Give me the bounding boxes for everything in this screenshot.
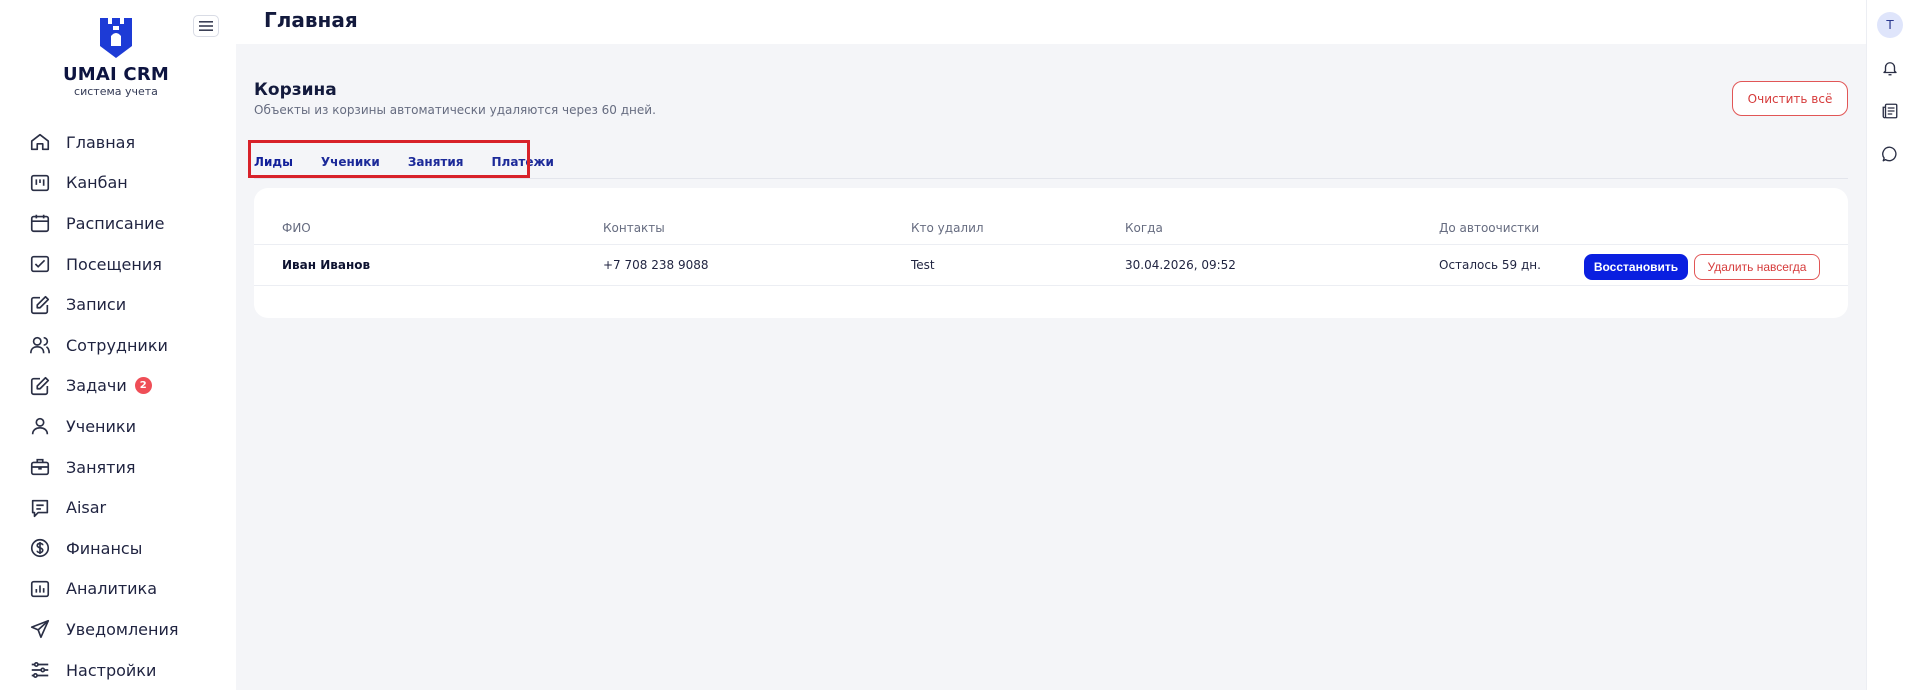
sidebar-item-aisar[interactable]: Aisar — [0, 487, 236, 528]
user-icon — [28, 414, 52, 438]
page-title: Главная — [264, 8, 358, 32]
main-content: Главная Корзина Объекты из корзины автом… — [236, 0, 1866, 690]
sliders-icon — [28, 658, 52, 682]
tab-leads[interactable]: Лиды — [254, 155, 293, 173]
sidebar-item-label: Настройки — [66, 660, 157, 680]
restore-button[interactable]: Восстановить — [1584, 254, 1688, 280]
sidebar-item-attendance[interactable]: Посещения — [0, 244, 236, 285]
brand-title: UMAI CRM — [62, 64, 169, 85]
sidebar-item-label: Главная — [66, 132, 136, 152]
sidebar-item-staff[interactable]: Сотрудники — [0, 325, 236, 366]
trash-tabs: Лиды Ученики Занятия Платежи — [254, 150, 582, 178]
sidebar-item-label: Уведомления — [66, 619, 179, 639]
sidebar-item-students[interactable]: Ученики — [0, 406, 236, 447]
row-deleted-by: Test — [911, 258, 935, 272]
tabs-divider — [254, 178, 1848, 179]
attendance-icon — [28, 252, 52, 276]
sidebar-item-label: Сотрудники — [66, 335, 168, 355]
column-header-deleted-by: Кто удалил — [911, 221, 984, 235]
row-contacts: +7 708 238 9088 — [603, 258, 709, 272]
tasks-count-badge: 2 — [134, 377, 152, 395]
column-header-auto-clean: До автоочистки — [1439, 221, 1540, 235]
brand-subtitle: система учета — [74, 85, 158, 98]
sidebar-item-schedule[interactable]: Расписание — [0, 203, 236, 244]
briefcase-icon — [28, 455, 52, 479]
tab-students[interactable]: Ученики — [321, 155, 380, 173]
row-when: 30.04.2026, 09:52 — [1125, 258, 1236, 272]
bar-chart-icon — [28, 577, 52, 601]
row-name: Иван Иванов — [282, 258, 371, 272]
tab-lessons[interactable]: Занятия — [408, 155, 464, 173]
users-icon — [28, 333, 52, 357]
sidebar-item-label: Задачи — [66, 376, 127, 396]
chat-lines-icon — [28, 496, 52, 520]
sidebar-item-label: Aisar — [66, 498, 107, 518]
row-remaining: Осталось 59 дн. — [1439, 258, 1541, 272]
delete-forever-button[interactable]: Удалить навсегда — [1694, 254, 1820, 280]
right-rail: T — [1866, 0, 1908, 690]
sidebar-item-label: Канбан — [66, 173, 128, 193]
sidebar-item-finance[interactable]: Финансы — [0, 528, 236, 569]
trash-subtitle: Объекты из корзины автоматически удаляют… — [254, 103, 656, 117]
kanban-icon — [28, 171, 52, 195]
bell-icon[interactable] — [1878, 56, 1902, 80]
sidebar-item-label: Записи — [66, 295, 127, 315]
sidebar-item-label: Посещения — [66, 254, 162, 274]
column-header-contacts: Контакты — [603, 221, 665, 235]
sidebar-item-home[interactable]: Главная — [0, 122, 236, 163]
sidebar-item-settings[interactable]: Настройки — [0, 650, 236, 690]
calendar-icon — [28, 211, 52, 235]
sidebar-item-kanban[interactable]: Канбан — [0, 163, 236, 204]
table-row: Иван Иванов +7 708 238 9088 Test 30.04.2… — [254, 244, 1848, 286]
chat-bubble-icon[interactable] — [1878, 142, 1902, 166]
sidebar-item-label: Аналитика — [66, 579, 158, 599]
column-header-name: ФИО — [282, 221, 311, 235]
sidebar-item-lessons[interactable]: Занятия — [0, 447, 236, 488]
dollar-icon — [28, 536, 52, 560]
table-header: ФИО Контакты Кто удалил Когда До автоочи… — [254, 216, 1848, 240]
edit-icon — [28, 293, 52, 317]
news-icon[interactable] — [1878, 99, 1902, 123]
sidebar-item-records[interactable]: Записи — [0, 284, 236, 325]
clear-all-button[interactable]: Очистить всё — [1732, 81, 1848, 116]
sidebar-item-analytics[interactable]: Аналитика — [0, 569, 236, 610]
trash-table-card: ФИО Контакты Кто удалил Когда До автоочи… — [254, 188, 1848, 318]
sidebar-item-label: Финансы — [66, 538, 143, 558]
sidebar-item-notifications[interactable]: Уведомления — [0, 609, 236, 650]
sidebar-nav: Главная Канбан Расписание Посещения Запи… — [0, 122, 236, 690]
menu-toggle-button[interactable] — [193, 15, 219, 37]
avatar[interactable]: T — [1877, 12, 1903, 38]
sidebar-item-label: Занятия — [66, 457, 136, 477]
sidebar: UMAI CRM система учета Главная Канбан Ра… — [0, 0, 236, 690]
send-icon — [28, 617, 52, 641]
castle-logo-icon — [100, 18, 132, 58]
app-root: UMAI CRM система учета Главная Канбан Ра… — [0, 0, 1908, 690]
home-icon — [28, 130, 52, 154]
trash-title: Корзина — [254, 80, 337, 100]
hamburger-icon — [199, 21, 213, 31]
sidebar-item-label: Ученики — [66, 416, 136, 436]
sidebar-item-label: Расписание — [66, 213, 165, 233]
tasks-icon — [28, 374, 52, 398]
tab-payments[interactable]: Платежи — [492, 155, 554, 173]
top-bar: Главная — [236, 0, 1866, 44]
column-header-when: Когда — [1125, 221, 1163, 235]
sidebar-item-tasks[interactable]: Задачи 2 — [0, 366, 236, 407]
